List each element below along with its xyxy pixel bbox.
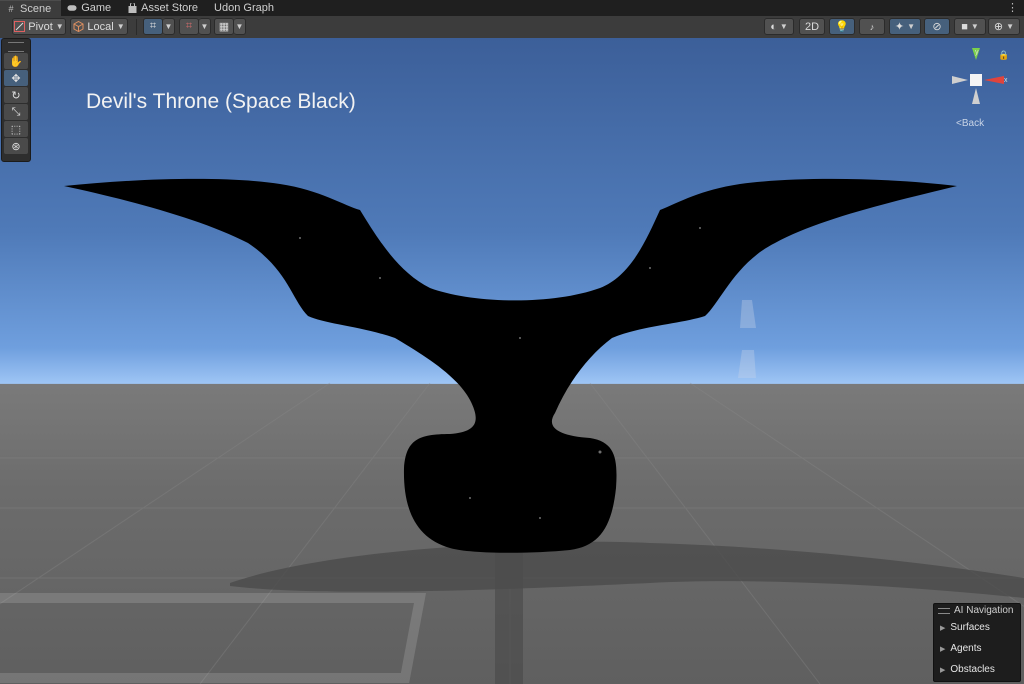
ai-nav-item-surfaces[interactable]: ▶ Surfaces xyxy=(934,617,1020,638)
chevron-down-icon: ▼ xyxy=(907,22,916,31)
view-direction-text: Back xyxy=(961,118,985,129)
devils-throne-model[interactable] xyxy=(64,178,957,553)
scale-icon: ⤡ xyxy=(11,105,21,118)
toggle-2d-button[interactable]: 2D xyxy=(799,18,825,35)
audio-icon: ♪ xyxy=(869,21,875,32)
scene-title-text: Devil's Throne (Space Black) xyxy=(86,90,356,113)
grid-snap-button[interactable]: ⌗ xyxy=(143,18,163,35)
increment-snap-icon: ⌗ xyxy=(185,20,193,32)
tool-palette: ✋ ✥ ↻ ⤡ ⬚ ⊛ xyxy=(1,38,31,162)
ai-nav-item-label: Surfaces xyxy=(950,622,990,633)
expand-arrow-icon: ▶ xyxy=(940,666,946,674)
ai-nav-item-obstacles[interactable]: ▶ Obstacles xyxy=(934,659,1020,680)
neg-y-axis-cone[interactable] xyxy=(972,88,980,104)
view-tool-button[interactable]: ✋ xyxy=(4,53,28,69)
ai-nav-item-label: Agents xyxy=(950,643,982,654)
rect-tool-button[interactable]: ⬚ xyxy=(4,121,28,137)
editor-tab-bar: # Scene Game Asset Store Udon Graph ⋮ xyxy=(0,0,1024,16)
pivot-icon xyxy=(14,21,26,32)
overlay-grip-icon xyxy=(938,607,950,614)
pivot-dropdown[interactable]: Pivot ▼ xyxy=(12,18,66,35)
move-arrows-icon: ✥ xyxy=(11,72,21,85)
toggle-2d-label: 2D xyxy=(804,20,820,33)
chevron-down-icon: ▼ xyxy=(1006,22,1015,31)
ground-grid xyxy=(0,178,1024,684)
ai-nav-item-agents[interactable]: ▶ Agents xyxy=(934,638,1020,659)
tab-udon-graph-label: Udon Graph xyxy=(214,2,274,14)
grid-snap-dropdown[interactable]: ▼ xyxy=(163,18,175,35)
tab-asset-store[interactable]: Asset Store xyxy=(121,0,208,16)
tab-game[interactable]: Game xyxy=(61,0,121,16)
eye-slash-icon: ⊘ xyxy=(932,21,942,33)
orientation-gizmo[interactable]: y x xyxy=(948,46,1010,110)
rect-transform-icon: ⬚ xyxy=(10,123,22,136)
gizmos-dropdown[interactable]: ⊕ ▼ xyxy=(988,18,1020,35)
effects-dropdown[interactable]: ✦ ▼ xyxy=(889,18,921,35)
effects-icon: ✦ xyxy=(894,21,905,33)
pivot-label: Pivot xyxy=(28,20,53,33)
lightbulb-icon: 💡 xyxy=(835,21,849,33)
expand-arrow-icon: ▶ xyxy=(940,645,946,653)
local-label: Local xyxy=(87,20,114,33)
ai-navigation-header[interactable]: AI Navigation xyxy=(934,604,1020,617)
scene-visibility-button[interactable]: ⊘ xyxy=(924,18,950,35)
transform-icon: ⊛ xyxy=(11,140,21,153)
x-axis-cone[interactable] xyxy=(984,76,1004,84)
expand-arrow-icon: ▶ xyxy=(940,624,946,632)
ai-nav-item-label: Obstacles xyxy=(950,664,995,675)
grid-icon: # xyxy=(8,3,14,14)
audio-toggle-button[interactable]: ♪ xyxy=(859,18,885,35)
toolbar-divider xyxy=(136,19,137,35)
tab-udon-graph[interactable]: Udon Graph xyxy=(208,0,284,16)
draw-mode-dropdown[interactable]: ◐ ▼ xyxy=(764,18,794,35)
chevron-down-icon: ▼ xyxy=(164,22,173,31)
cube-icon xyxy=(73,21,84,32)
chevron-down-icon: ▼ xyxy=(200,22,209,31)
shading-sphere-icon: ◐ xyxy=(770,20,777,33)
gizmo-x-label: x xyxy=(1004,77,1008,84)
chevron-down-icon: ▼ xyxy=(779,22,788,31)
palette-grip-handle[interactable] xyxy=(8,42,24,52)
tab-scene-label: Scene xyxy=(20,2,52,15)
gamepad-icon xyxy=(67,3,77,13)
align-grid-icon: ▦ xyxy=(218,21,230,33)
shopping-bag-icon xyxy=(127,3,137,13)
align-grid-button[interactable]: ▦ xyxy=(214,18,234,35)
transform-tool-button[interactable]: ⊛ xyxy=(4,138,28,154)
grid-snap-icon: ⌗ xyxy=(149,20,157,32)
rotate-icon: ↻ xyxy=(11,89,21,102)
gizmos-globe-icon: ⊕ xyxy=(993,21,1004,33)
tab-asset-store-label: Asset Store xyxy=(141,2,199,14)
align-grid-dropdown[interactable]: ▼ xyxy=(234,18,246,35)
tab-scene[interactable]: # Scene xyxy=(0,0,62,16)
chevron-down-icon: ▼ xyxy=(970,22,979,31)
lighting-toggle-button[interactable]: 💡 xyxy=(829,18,855,35)
rotate-tool-button[interactable]: ↻ xyxy=(4,87,28,103)
throne-shadow xyxy=(230,541,1024,598)
neg-x-axis-cone[interactable] xyxy=(952,76,968,84)
increment-snap-dropdown[interactable]: ▼ xyxy=(199,18,211,35)
increment-snap-button[interactable]: ⌗ xyxy=(179,18,199,35)
camera-icon: ■ xyxy=(961,20,968,33)
more-options-icon[interactable]: ⋮ xyxy=(1007,1,1018,14)
hand-icon: ✋ xyxy=(9,55,23,68)
ai-navigation-overlay: AI Navigation ▶ Surfaces ▶ Agents ▶ Obst… xyxy=(933,603,1021,682)
chevron-down-icon: ▼ xyxy=(55,22,64,31)
local-dropdown[interactable]: Local ▼ xyxy=(70,18,128,35)
scene-viewport[interactable]: Devil's Throne (Space Black) ✋ ✥ ↻ ⤡ ⬚ ⊛… xyxy=(0,38,1024,684)
chevron-down-icon: ▼ xyxy=(116,22,125,31)
gizmo-center-cube[interactable] xyxy=(970,74,982,86)
tab-game-label: Game xyxy=(81,2,112,14)
chevron-down-icon: ▼ xyxy=(235,22,244,31)
gizmo-y-label: y xyxy=(975,49,979,56)
scene-toolbar: Pivot ▼ Local ▼ ⌗ ▼ ⌗ ▼ ▦ ▼ ◐ ▼ 2D 💡 ♪ ✦… xyxy=(0,16,1024,39)
camera-dropdown[interactable]: ■ ▼ xyxy=(954,18,986,35)
scale-tool-button[interactable]: ⤡ xyxy=(4,104,28,120)
ai-navigation-title: AI Navigation xyxy=(954,605,1014,616)
move-tool-button[interactable]: ✥ xyxy=(4,70,28,86)
view-direction-label[interactable]: <Back xyxy=(956,118,984,129)
